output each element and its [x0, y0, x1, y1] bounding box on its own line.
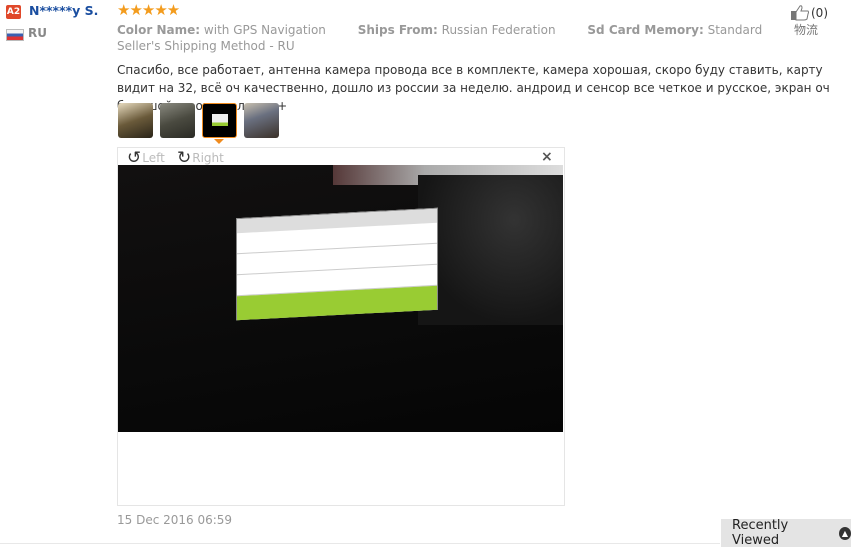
- close-viewer-button[interactable]: ×: [541, 149, 553, 165]
- selected-indicator: [214, 139, 224, 144]
- divider: [0, 543, 720, 544]
- recently-viewed-button[interactable]: Recently Viewed ▲: [721, 518, 851, 548]
- review-photo-thumb[interactable]: [118, 103, 153, 138]
- thumbs-up-icon: [791, 5, 809, 21]
- review-date: 15 Dec 2016 06:59: [117, 513, 233, 527]
- attr-ships-from: Ships From: Russian Federation: [357, 23, 556, 37]
- helpful-button[interactable]: (0): [790, 4, 828, 21]
- russia-flag-icon: [6, 29, 24, 41]
- buyer-level-badge: A2: [6, 5, 21, 19]
- country-code: RU: [28, 26, 47, 40]
- reviewer-name[interactable]: N*****y S.: [29, 3, 98, 18]
- helpful-count: (0): [811, 5, 828, 20]
- review-photo-thumb-selected[interactable]: [202, 103, 237, 138]
- review-photo-thumb[interactable]: [244, 103, 279, 138]
- attr-sd-card: Sd Card Memory: Standard: [587, 23, 763, 37]
- chevron-up-icon: ▲: [839, 526, 851, 540]
- attr-color: Color Name: with GPS Navigation: [117, 23, 326, 37]
- product-attributes: Color Name: with GPS Navigation Ships Fr…: [117, 22, 832, 54]
- review-photo: [118, 165, 563, 432]
- star-rating: ★★★★★: [117, 1, 180, 19]
- review-photo-thumb[interactable]: [160, 103, 195, 138]
